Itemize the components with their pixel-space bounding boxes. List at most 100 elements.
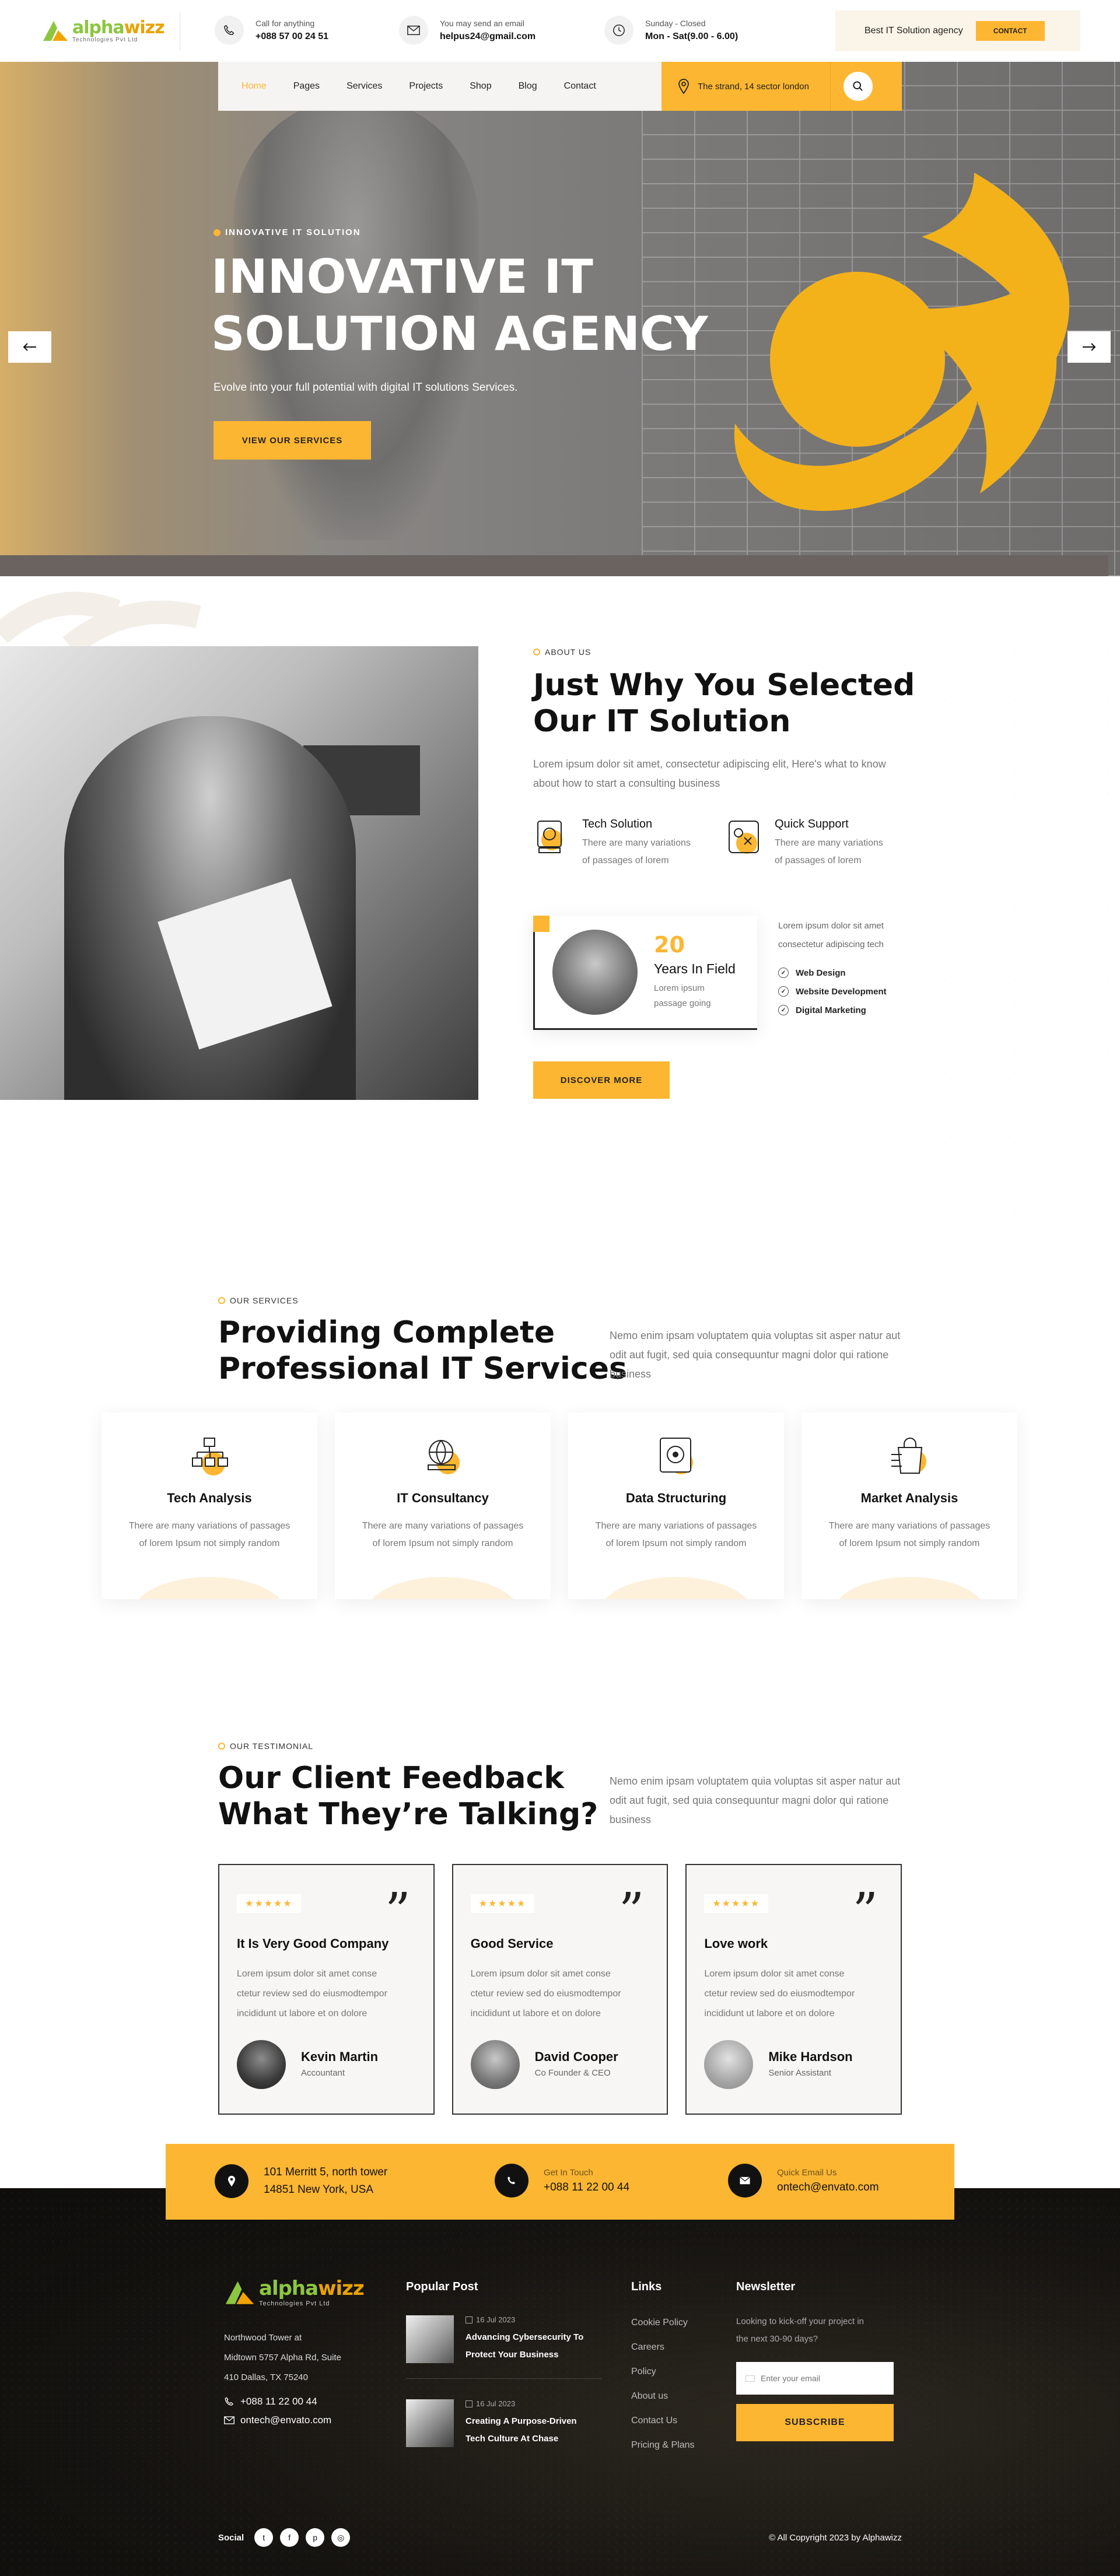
service-desc-line2: of lorem Ipsum not simply random [372,1538,513,1548]
footer-link-pricing[interactable]: Pricing & Plans [631,2433,695,2458]
next-slide-button[interactable] [1068,331,1111,363]
list-item: ✓ Website Development [778,982,887,1001]
view-services-button[interactable]: VIEW OUR SERVICES [214,421,371,460]
author-role: Accountant [301,2068,345,2078]
testimonials-tag: OUR TESTIMONIAL [218,1741,313,1751]
testimonial-card: ★★★★★ ” It Is Very Good Company Lorem ip… [218,1864,435,2115]
hours-label: Sunday - Closed [645,19,706,28]
footer-link-policy[interactable]: Policy [631,2360,695,2384]
instagram-icon[interactable]: ◎ [331,2528,351,2547]
testimonials-tag-text: OUR TESTIMONIAL [230,1741,314,1751]
testimonial-title: It Is Very Good Company [237,1936,389,1951]
subscribe-button[interactable]: SUBSCRIBE [736,2404,894,2441]
promo-text: Best IT Solution agency [864,26,963,36]
footer-link-cookie[interactable]: Cookie Policy [631,2311,695,2335]
newsletter-text: Looking to kick-off your project in the n… [736,2316,864,2344]
email-label: You may send an email [440,19,525,28]
mail-icon [399,16,428,45]
hero-bottom-shade [0,555,1108,576]
author-role: Senior Assistant [768,2068,831,2078]
about-hex-pattern [910,618,1120,1231]
author-name: Mike Hardson [768,2049,853,2064]
nav-projects[interactable]: Projects [409,81,443,92]
service-title: IT Consultancy [397,1491,489,1505]
header-call[interactable]: Call for anything +088 57 00 24 51 [215,16,328,45]
rating-stars: ★★★★★ [470,1894,535,1913]
phone-icon [495,2164,528,2198]
testimonial-title: Love work [704,1936,768,1951]
post-thumbnail [406,2399,454,2447]
feature-support-desc2: of passages of lorem [775,856,862,865]
about-tag-dot [533,649,540,656]
footer-email[interactable]: ontech@envato.com [224,2414,331,2426]
data-structuring-icon [660,1438,693,1474]
avatar [470,2040,520,2089]
phone-icon [215,16,244,45]
list-item: ✓ Digital Marketing [778,1001,887,1019]
service-card-it-consultancy[interactable]: IT Consultancy There are many variations… [335,1413,551,1599]
contact-button[interactable]: CONTACT [975,21,1045,41]
hero-subtitle: Evolve into your full potential with dig… [214,381,518,394]
list-item: ✓ Web Design [778,963,887,982]
footer-link-careers[interactable]: Careers [631,2335,695,2360]
quote-icon: ” [852,1883,878,1941]
header-email[interactable]: You may send an email helpus24@gmail.com [399,16,536,45]
footer-logo-a: alpha [259,2277,318,2300]
quote-icon: ” [385,1883,411,1941]
services-cards: Tech Analysis There are many variations … [102,1413,1019,1599]
about-text: Lorem ipsum dolor sit amet, consectetur … [533,758,886,789]
about-tag-text: ABOUT US [545,647,592,657]
contact-phone[interactable]: Get In Touch +088 11 22 00 44 [495,2164,629,2198]
feature-tech-desc1: There are many variations [582,838,691,848]
call-label: Call for anything [256,19,315,28]
service-desc-line1: There are many variations of passages [362,1521,524,1531]
prev-slide-button[interactable] [8,331,51,363]
footer-link-about[interactable]: About us [631,2384,695,2409]
logo[interactable]: alphawizz Technologies Pvt Ltd [42,17,165,43]
contact-email[interactable]: Quick Email Us ontech@envato.com [728,2164,879,2198]
calendar-icon [466,2400,473,2407]
service-card-arc [367,1577,519,1599]
feature-tech-title: Tech Solution [582,818,653,830]
newsletter-email-input[interactable] [761,2374,877,2383]
footer-logo[interactable]: alphawizz Technologies Pvt Ltd [224,2277,365,2307]
nav-shop[interactable]: Shop [470,81,491,92]
nav-contact[interactable]: Contact [564,81,596,92]
it-consultancy-icon [428,1440,460,1474]
footer-post-divider [406,2378,602,2379]
nav-blog[interactable]: Blog [519,81,537,92]
search-button[interactable] [843,72,873,101]
envelope-icon [746,2375,755,2382]
years-desc1: Lorem ipsum [654,983,705,993]
testimonials-title: Our Client Feedback What They’re Talking… [218,1760,598,1832]
location-icon [215,2164,249,2198]
twitter-icon[interactable]: t [254,2528,274,2547]
pinterest-icon[interactable]: p [306,2528,325,2547]
hero-title-line2: SOLUTION AGENCY [211,307,708,361]
nav-services[interactable]: Services [346,81,382,92]
top-header: alphawizz Technologies Pvt Ltd Call for … [0,0,1120,62]
discover-more-button[interactable]: DISCOVER MORE [533,1061,670,1099]
service-card-market-analysis[interactable]: Market Analysis There are many variation… [802,1413,1017,1599]
testimonial-text: Lorem ipsum dolor sit amet conse ctetur r… [704,1969,855,2018]
service-card-tech-analysis[interactable]: Tech Analysis There are many variations … [102,1413,317,1599]
rating-stars: ★★★★★ [704,1894,769,1913]
footer-post[interactable]: 16 Jul 2023 Advancing Cybersecurity To Pr… [406,2315,583,2364]
service-card-data-structuring[interactable]: Data Structuring There are many variatio… [568,1413,784,1599]
feature-support-desc1: There are many variations [775,838,883,848]
quote-icon: ” [618,1883,645,1941]
post-title: Creating A Purpose-Driven Tech Culture At… [466,2416,577,2444]
facebook-icon[interactable]: f [280,2528,299,2547]
newsletter-email-field[interactable] [736,2362,894,2395]
social-label: Social [218,2532,244,2543]
nav-home[interactable]: Home [242,81,267,92]
tech-analysis-icon [192,1438,228,1475]
footer-link-contact[interactable]: Contact Us [631,2409,695,2433]
footer-post[interactable]: 16 Jul 2023 Creating A Purpose-Driven Tec… [406,2399,577,2448]
footer-phone[interactable]: +088 11 22 00 44 [224,2396,317,2407]
nav-pages[interactable]: Pages [293,81,320,92]
nav-separator [830,62,831,111]
testimonial-author: Mike Hardson Senior Assistant [768,2049,852,2078]
testimonial-text: Lorem ipsum dolor sit amet conse ctetur r… [237,1969,387,2018]
service-card-arc [600,1577,752,1599]
